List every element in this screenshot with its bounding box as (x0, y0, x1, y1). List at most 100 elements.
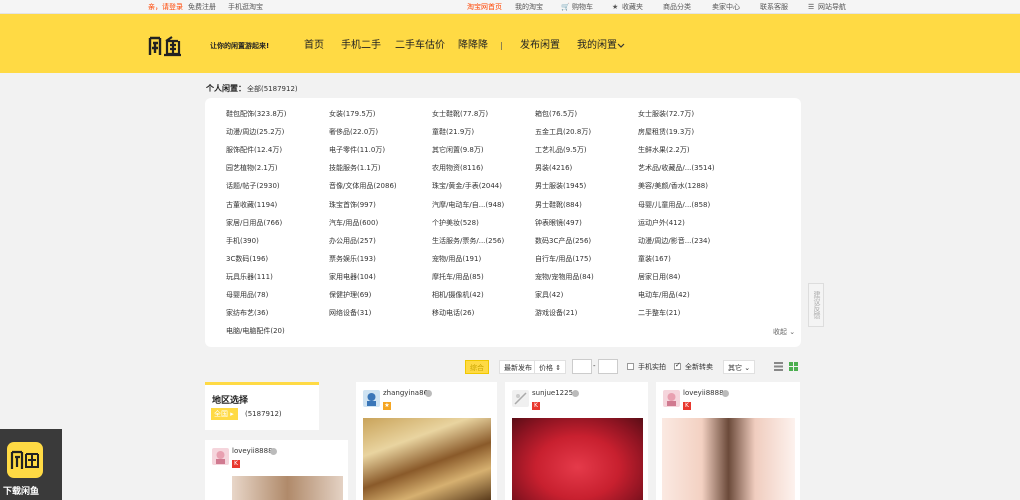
category-link[interactable]: 运动户外(412) (638, 219, 685, 228)
category-link[interactable]: 五金工具(20.8万) (535, 128, 591, 137)
avatar[interactable] (363, 390, 380, 407)
nav-phones[interactable]: 手机二手 (341, 40, 381, 52)
category-link[interactable]: 母婴用品(78) (226, 291, 268, 300)
category-link[interactable]: 女装(179.5万) (329, 110, 376, 119)
category-link[interactable]: 家居/日用品(766) (226, 219, 282, 228)
category-link[interactable]: 数码3C产品(256) (535, 237, 591, 246)
category-link[interactable]: 电子零件(11.0万) (329, 146, 385, 155)
category-link[interactable]: 电动车/用品(42) (638, 291, 690, 300)
category-link[interactable]: 游戏设备(21) (535, 309, 577, 318)
other-dropdown[interactable]: 其它 ⌄ (723, 360, 756, 374)
category-link[interactable]: 生鲜水果(2.2万) (638, 146, 690, 155)
category-link[interactable]: 服饰配件(12.4万) (226, 146, 282, 155)
category-link[interactable]: 钟表眼镜(497) (535, 219, 582, 228)
category-link[interactable]: 男士服装(1945) (535, 182, 586, 191)
sort-default-button[interactable]: 综合 (465, 360, 489, 374)
category-link[interactable]: 农用物资(8116) (432, 164, 483, 173)
category-link[interactable]: 自行车/用品(175) (535, 255, 591, 264)
category-link[interactable]: 宠物/用品(191) (432, 255, 481, 264)
category-link[interactable]: 技能服务(1.1万) (329, 164, 381, 173)
download-label[interactable]: 下载闲鱼 (3, 484, 39, 497)
category-link[interactable]: 童鞋(21.9万) (432, 128, 474, 137)
category-link[interactable]: 生活服务/票务/...(256) (432, 237, 504, 246)
category-link[interactable]: 音像/文体用品(2086) (329, 182, 397, 191)
nav-publish[interactable]: 发布闲置 (520, 40, 560, 52)
avatar[interactable] (512, 390, 529, 407)
sort-newest-button[interactable]: 最新发布 (499, 360, 537, 374)
list-view-icon[interactable] (774, 362, 783, 371)
favorites-link[interactable]: 收藏夹 (622, 3, 643, 11)
nav-car-valuation[interactable]: 二手车估价 (395, 40, 445, 52)
category-link[interactable]: 移动电话(26) (432, 309, 474, 318)
item-photo[interactable] (363, 418, 491, 500)
category-link[interactable]: 珠宝/黄金/手表(2044) (432, 182, 502, 191)
category-link[interactable]: 网络设备(31) (329, 309, 371, 318)
my-taobao-link[interactable]: 我的淘宝 (515, 3, 543, 11)
category-link[interactable]: 办公用品(257) (329, 237, 376, 246)
category-link[interactable]: 摩托车/用品(85) (432, 273, 484, 282)
xianyu-logo[interactable] (148, 35, 206, 57)
avatar[interactable] (212, 448, 229, 465)
category-link[interactable]: 票务娱乐(193) (329, 255, 376, 264)
category-link[interactable]: 童装(167) (638, 255, 671, 264)
site-nav-link[interactable]: 网站导航 (818, 3, 846, 11)
category-link[interactable]: 家具(42) (535, 291, 563, 300)
category-link[interactable]: 汽车/用品(600) (329, 219, 378, 228)
username[interactable]: loveyii8888 (232, 447, 273, 455)
category-link[interactable]: 鞋包配饰(323.8万) (226, 110, 287, 119)
category-link[interactable]: 电脑/电脑配件(20) (226, 327, 285, 336)
region-select-button[interactable]: 全国 ▸ (211, 408, 238, 420)
nav-price-drop[interactable]: 降降降 (458, 40, 488, 52)
category-link[interactable]: 家用电器(104) (329, 273, 376, 282)
xianyu-app-icon[interactable] (7, 442, 43, 478)
username[interactable]: zhangyina86 (383, 389, 428, 397)
sort-price-button[interactable]: 价格 ⇕ (534, 360, 567, 374)
categories-link[interactable]: 商品分类 (663, 3, 691, 11)
category-link[interactable]: 二手整车(21) (638, 309, 680, 318)
category-link[interactable]: 珠宝首饰(997) (329, 201, 376, 210)
mobile-link[interactable]: 手机逛淘宝 (228, 3, 263, 11)
item-photo[interactable] (512, 418, 643, 500)
nav-my-items[interactable]: 我的闲置 (577, 40, 617, 52)
login-link[interactable]: 亲，请登录 (148, 3, 183, 11)
phone-real-checkbox[interactable] (627, 363, 634, 370)
category-link[interactable]: 艺术品/收藏品/...(3514) (638, 164, 715, 173)
username[interactable]: sunjue1225 (532, 389, 573, 397)
category-link[interactable]: 古董收藏(1194) (226, 201, 277, 210)
nav-home[interactable]: 首页 (304, 40, 324, 52)
support-link[interactable]: 联系客服 (760, 3, 788, 11)
price-min-input[interactable] (572, 359, 592, 374)
category-link[interactable]: 美容/美颜/香水(1288) (638, 182, 708, 191)
category-link[interactable]: 手机(390) (226, 237, 259, 246)
taobao-home-link[interactable]: 淘宝网首页 (467, 3, 502, 11)
category-link[interactable]: 居家日用(84) (638, 273, 680, 282)
category-link[interactable]: 保健护理(69) (329, 291, 371, 300)
seller-center-link[interactable]: 卖家中心 (712, 3, 740, 11)
category-link[interactable]: 园艺植物(2.1万) (226, 164, 278, 173)
cart-link[interactable]: 购物车 (572, 3, 593, 11)
grid-view-icon[interactable] (789, 362, 798, 371)
category-link[interactable]: 玩具乐器(111) (226, 273, 273, 282)
category-link[interactable]: 话题/帖子(2930) (226, 182, 280, 191)
price-max-input[interactable] (598, 359, 618, 374)
item-photo[interactable] (662, 418, 795, 500)
chevron-down-icon[interactable] (617, 43, 625, 49)
category-link[interactable]: 工艺礼品(9.5万) (535, 146, 587, 155)
cart-icon[interactable]: 🛒 (561, 3, 570, 11)
avatar[interactable] (663, 390, 680, 407)
all-new-checkbox[interactable] (674, 361, 681, 370)
feedback-tab[interactable]: 建议反馈 (808, 283, 824, 327)
category-link[interactable]: 汽摩/电动车/自...(948) (432, 201, 504, 210)
category-link[interactable]: 男士鞋靴(884) (535, 201, 582, 210)
category-link[interactable]: 宠物/宠物用品(84) (535, 273, 594, 282)
category-link[interactable]: 动漫/周边/影音...(234) (638, 237, 710, 246)
item-photo[interactable] (232, 476, 343, 500)
category-link[interactable]: 奢侈品(22.0万) (329, 128, 378, 137)
category-link[interactable]: 家纺布艺(36) (226, 309, 268, 318)
category-link[interactable]: 箱包(76.5万) (535, 110, 577, 119)
category-link[interactable]: 动漫/周边(25.2万) (226, 128, 284, 137)
category-link[interactable]: 女士鞋靴(77.8万) (432, 110, 488, 119)
category-link[interactable]: 3C数码(196) (226, 255, 268, 264)
category-link[interactable]: 母婴/儿童用品/...(858) (638, 201, 710, 210)
category-link[interactable]: 其它闲置(9.8万) (432, 146, 484, 155)
